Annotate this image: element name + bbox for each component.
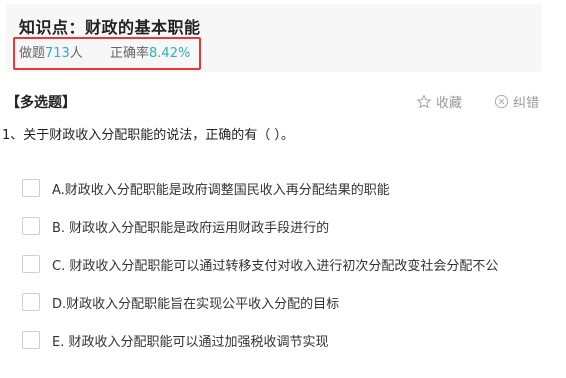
option-c[interactable]: C. 财政收入分配职能可以通过转移支付对收入进行初次分配改变社会分配不公 bbox=[22, 253, 498, 275]
option-e-checkbox[interactable] bbox=[22, 331, 40, 349]
option-e-text: E. 财政收入分配职能可以通过加强税收调节实现 bbox=[52, 334, 329, 350]
question-text: 1、关于财政收入分配职能的说法，正确的有（ ）。 bbox=[2, 128, 294, 143]
option-d-checkbox[interactable] bbox=[22, 293, 40, 311]
option-d-text: D.财政收入分配职能旨在实现公平收入分配的目标 bbox=[52, 296, 340, 312]
option-a-text: A.财政收入分配职能是政府调整国民收入再分配结果的职能 bbox=[52, 182, 390, 198]
option-b-checkbox[interactable] bbox=[22, 217, 40, 235]
knowledge-point-title: 知识点：财政的基本职能 bbox=[19, 18, 201, 37]
report-error-button[interactable]: 纠错 bbox=[494, 92, 539, 111]
circle-x-icon bbox=[494, 94, 509, 109]
option-a-checkbox[interactable] bbox=[22, 179, 40, 197]
question-page: 知识点：财政的基本职能 做题713人 正确率8.42% 【多选题】 收藏 纠错 … bbox=[0, 0, 566, 378]
report-error-label: 纠错 bbox=[513, 96, 540, 111]
favorite-button[interactable]: 收藏 bbox=[416, 92, 462, 111]
attempt-count-unit: 人 bbox=[69, 46, 83, 61]
accuracy-rate-value: 8.42% bbox=[149, 46, 191, 61]
attempt-count: 做题713人 bbox=[19, 42, 83, 61]
option-c-checkbox[interactable] bbox=[22, 255, 40, 273]
option-a[interactable]: A.财政收入分配职能是政府调整国民收入再分配结果的职能 bbox=[22, 177, 390, 199]
star-outline-icon bbox=[416, 94, 432, 108]
attempt-count-value: 713 bbox=[45, 46, 70, 61]
question-type-label: 【多选题】 bbox=[6, 95, 76, 111]
option-e[interactable]: E. 财政收入分配职能可以通过加强税收调节实现 bbox=[22, 329, 328, 351]
accuracy-rate-label: 正确率 bbox=[110, 46, 150, 61]
option-b-text: B. 财政收入分配职能是政府运用财政手段进行的 bbox=[52, 220, 330, 236]
option-b[interactable]: B. 财政收入分配职能是政府运用财政手段进行的 bbox=[22, 215, 329, 237]
option-d[interactable]: D.财政收入分配职能旨在实现公平收入分配的目标 bbox=[22, 291, 339, 313]
option-c-text: C. 财政收入分配职能可以通过转移支付对收入进行初次分配改变社会分配不公 bbox=[52, 258, 499, 274]
accuracy-rate: 正确率8.42% bbox=[110, 42, 190, 61]
attempt-count-label: 做题 bbox=[19, 46, 46, 61]
favorite-label: 收藏 bbox=[436, 96, 463, 111]
